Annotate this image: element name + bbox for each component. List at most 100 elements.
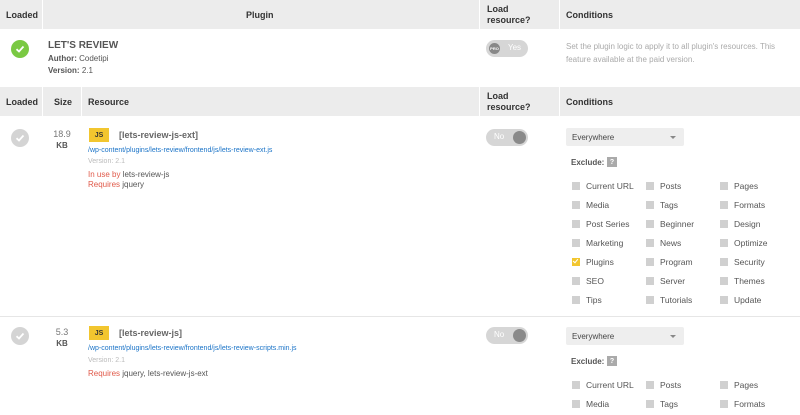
checkbox-icon[interactable] bbox=[572, 381, 580, 389]
checkbox-icon[interactable] bbox=[572, 239, 580, 247]
exclude-checkbox-update[interactable]: Update bbox=[720, 295, 761, 305]
checkbox-icon[interactable] bbox=[646, 296, 654, 304]
exclude-option-label: Update bbox=[734, 295, 762, 305]
checkbox-icon[interactable] bbox=[646, 277, 654, 285]
header-loaded: Loaded bbox=[6, 96, 39, 107]
exclude-checkbox-pages[interactable]: Pages bbox=[720, 380, 758, 390]
plugin-load-toggle[interactable]: PRO Yes bbox=[486, 40, 528, 57]
exclude-checkbox-tags[interactable]: Tags bbox=[646, 200, 678, 210]
checkbox-icon[interactable] bbox=[720, 400, 728, 408]
exclude-checkbox-posts[interactable]: Posts bbox=[646, 380, 681, 390]
checkbox-icon[interactable] bbox=[646, 400, 654, 408]
exclude-checkbox-plugins[interactable]: Plugins bbox=[572, 257, 614, 267]
exclude-option-label: Program bbox=[660, 257, 693, 267]
checkbox-icon[interactable] bbox=[572, 277, 580, 285]
exclude-option-label: Formats bbox=[734, 399, 766, 409]
load-location-select[interactable]: Everywhere bbox=[566, 327, 684, 345]
exclude-option-label: News bbox=[660, 238, 682, 248]
exclude-checkbox-seo[interactable]: SEO bbox=[572, 276, 604, 286]
checkbox-icon[interactable] bbox=[720, 277, 728, 285]
header-loaded: Loaded bbox=[6, 9, 39, 20]
checkbox-icon[interactable] bbox=[720, 201, 728, 209]
checkbox-icon[interactable] bbox=[720, 220, 728, 228]
help-icon[interactable]: ? bbox=[607, 356, 617, 366]
load-location-select[interactable]: Everywhere bbox=[566, 128, 684, 146]
checkbox-icon[interactable] bbox=[572, 258, 580, 266]
exclude-option-label: Media bbox=[586, 399, 610, 409]
checkbox-icon[interactable] bbox=[720, 182, 728, 190]
checkbox-icon[interactable] bbox=[720, 258, 728, 266]
checkbox-icon[interactable] bbox=[646, 201, 654, 209]
plugin-table-header: Loaded Plugin Load resource? Conditions bbox=[0, 0, 800, 29]
resource-table-header: Loaded Size Resource Load resource? Cond… bbox=[0, 87, 800, 116]
exclude-checkbox-posts[interactable]: Posts bbox=[646, 181, 681, 191]
checkbox-icon[interactable] bbox=[572, 296, 580, 304]
exclude-checkbox-media[interactable]: Media bbox=[572, 200, 609, 210]
exclude-option-label: Beginner bbox=[660, 219, 695, 229]
js-badge: JS bbox=[89, 326, 109, 340]
exclude-checkbox-formats[interactable]: Formats bbox=[720, 399, 765, 409]
exclude-checkbox-themes[interactable]: Themes bbox=[720, 276, 765, 286]
checkbox-icon[interactable] bbox=[646, 258, 654, 266]
exclude-checkbox-beginner[interactable]: Beginner bbox=[646, 219, 694, 229]
loaded-check-icon[interactable] bbox=[11, 327, 29, 345]
checkbox-icon[interactable] bbox=[646, 182, 654, 190]
loaded-check-icon[interactable] bbox=[11, 129, 29, 147]
exclude-label: Exclude: bbox=[571, 158, 605, 167]
plugin-title: LET'S REVIEW bbox=[48, 40, 119, 51]
chevron-down-icon bbox=[670, 335, 676, 338]
checkbox-icon[interactable] bbox=[720, 296, 728, 304]
loaded-check-icon[interactable] bbox=[11, 40, 29, 58]
checkbox-icon[interactable] bbox=[572, 400, 580, 408]
exclude-option-label: Tags bbox=[660, 200, 678, 210]
exclude-option-label: Tips bbox=[586, 295, 602, 305]
exclude-checkbox-media[interactable]: Media bbox=[572, 399, 609, 409]
checkbox-icon[interactable] bbox=[572, 220, 580, 228]
toggle-label: No bbox=[494, 132, 505, 141]
exclude-checkbox-post-series[interactable]: Post Series bbox=[572, 219, 629, 229]
resource-path-link[interactable]: /wp-content/plugins/lets-review/frontend… bbox=[88, 345, 297, 352]
exclude-label: Exclude: bbox=[571, 357, 605, 366]
exclude-option-label: Formats bbox=[734, 200, 766, 210]
checkbox-icon[interactable] bbox=[646, 381, 654, 389]
exclude-checkbox-tutorials[interactable]: Tutorials bbox=[646, 295, 692, 305]
checkbox-icon[interactable] bbox=[720, 239, 728, 247]
exclude-checkbox-server[interactable]: Server bbox=[646, 276, 685, 286]
exclude-checkbox-current-url[interactable]: Current URL bbox=[572, 380, 634, 390]
pro-icon: PRO bbox=[489, 43, 500, 54]
help-icon[interactable]: ? bbox=[607, 157, 617, 167]
exclude-checkbox-current-url[interactable]: Current URL bbox=[572, 181, 634, 191]
header-resource: Resource bbox=[88, 96, 130, 107]
exclude-option-label: Plugins bbox=[586, 257, 614, 267]
exclude-option-label: Design bbox=[734, 219, 761, 229]
exclude-option-label: Security bbox=[734, 257, 765, 267]
header-conditions: Conditions bbox=[566, 96, 613, 107]
checkbox-icon[interactable] bbox=[720, 381, 728, 389]
js-badge: JS bbox=[89, 128, 109, 142]
header-conditions: Conditions bbox=[566, 9, 613, 20]
exclude-checkbox-marketing[interactable]: Marketing bbox=[572, 238, 623, 248]
exclude-option-label: Server bbox=[660, 276, 686, 286]
exclude-checkbox-security[interactable]: Security bbox=[720, 257, 765, 267]
checkbox-icon[interactable] bbox=[572, 182, 580, 190]
exclude-checkbox-pages[interactable]: Pages bbox=[720, 181, 758, 191]
checkbox-icon[interactable] bbox=[646, 220, 654, 228]
header-load-resource: Load resource? bbox=[487, 3, 531, 25]
exclude-checkbox-optimize[interactable]: Optimize bbox=[720, 238, 768, 248]
resource-load-toggle[interactable]: No bbox=[486, 327, 528, 344]
exclude-checkbox-program[interactable]: Program bbox=[646, 257, 693, 267]
exclude-option-label: Current URL bbox=[586, 380, 634, 390]
exclude-checkbox-news[interactable]: News bbox=[646, 238, 681, 248]
resource-requires: Requires jquery bbox=[88, 180, 145, 189]
resource-size: 18.9 KB bbox=[53, 129, 71, 150]
exclude-checkbox-formats[interactable]: Formats bbox=[720, 200, 765, 210]
resource-path-link[interactable]: /wp-content/plugins/lets-review/frontend… bbox=[88, 147, 272, 154]
exclude-checkbox-design[interactable]: Design bbox=[720, 219, 760, 229]
checkbox-icon[interactable] bbox=[572, 201, 580, 209]
checkbox-icon[interactable] bbox=[646, 239, 654, 247]
exclude-checkbox-tips[interactable]: Tips bbox=[572, 295, 602, 305]
resource-version: Version: 2.1 bbox=[88, 357, 125, 364]
exclude-checkbox-tags[interactable]: Tags bbox=[646, 399, 678, 409]
exclude-option-label: Pages bbox=[734, 181, 759, 191]
resource-load-toggle[interactable]: No bbox=[486, 129, 528, 146]
